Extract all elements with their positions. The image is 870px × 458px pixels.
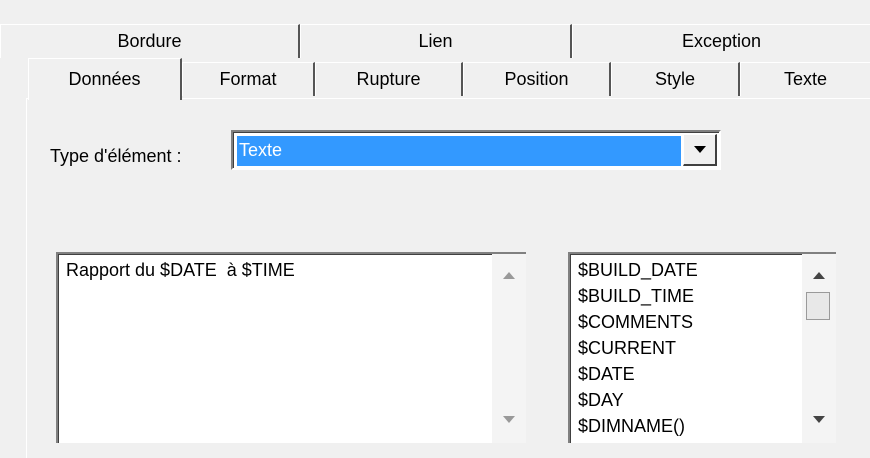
tab-label: Rupture [356, 69, 421, 89]
tab-label: Données [68, 69, 141, 89]
list-item[interactable]: $BUILD_TIME [578, 283, 698, 309]
tab-label: Exception [681, 31, 762, 51]
element-type-value: Texte [236, 135, 682, 167]
tab-lien[interactable]: Lien [300, 24, 572, 58]
tab-label: Bordure [117, 31, 182, 51]
tab-exception[interactable]: Exception [572, 24, 870, 58]
variables-list-items: $BUILD_DATE $BUILD_TIME $COMMENTS $CURRE… [578, 257, 698, 439]
list-item[interactable]: $DATE [578, 361, 698, 387]
variables-listbox[interactable]: $BUILD_DATE $BUILD_TIME $COMMENTS $CURRE… [568, 252, 836, 443]
tab-label: Lien [418, 31, 453, 51]
tab-label: Format [219, 69, 277, 89]
list-item[interactable]: $DIMNAME() [578, 413, 698, 439]
tab-format[interactable]: Format [182, 62, 315, 96]
scroll-down-icon[interactable] [813, 416, 825, 423]
tab-rupture[interactable]: Rupture [315, 62, 463, 96]
list-scrollbar[interactable] [802, 254, 836, 443]
tab-label: Texte [783, 69, 828, 89]
text-scrollbar[interactable] [492, 254, 526, 443]
tab-label: Style [654, 69, 696, 89]
scroll-up-icon[interactable] [813, 272, 825, 279]
tab-label: Position [504, 69, 569, 89]
scroll-up-icon[interactable] [503, 272, 515, 279]
element-type-label: Type d'élément : [50, 146, 182, 166]
element-type-select[interactable]: Texte [231, 130, 721, 170]
scroll-thumb[interactable] [806, 292, 830, 320]
list-item[interactable]: $DAY [578, 387, 698, 413]
chevron-down-icon [693, 145, 706, 153]
tab-texte[interactable]: Texte [740, 62, 870, 96]
list-item[interactable]: $BUILD_DATE [578, 257, 698, 283]
list-item[interactable]: $COMMENTS [578, 309, 698, 335]
tab-position[interactable]: Position [463, 62, 611, 96]
properties-dialog: Bordure Lien Exception Données Format Ru… [0, 0, 870, 458]
tab-bordure[interactable]: Bordure [0, 24, 300, 58]
text-content-value: Rapport du $DATE à $TIME [66, 260, 295, 280]
tab-style[interactable]: Style [611, 62, 740, 96]
scroll-down-icon[interactable] [503, 416, 515, 423]
combo-dropdown-button[interactable] [683, 134, 717, 166]
text-content-area[interactable]: Rapport du $DATE à $TIME [56, 252, 526, 443]
list-item[interactable]: $CURRENT [578, 335, 698, 361]
tab-donnees[interactable]: Données [28, 58, 182, 100]
